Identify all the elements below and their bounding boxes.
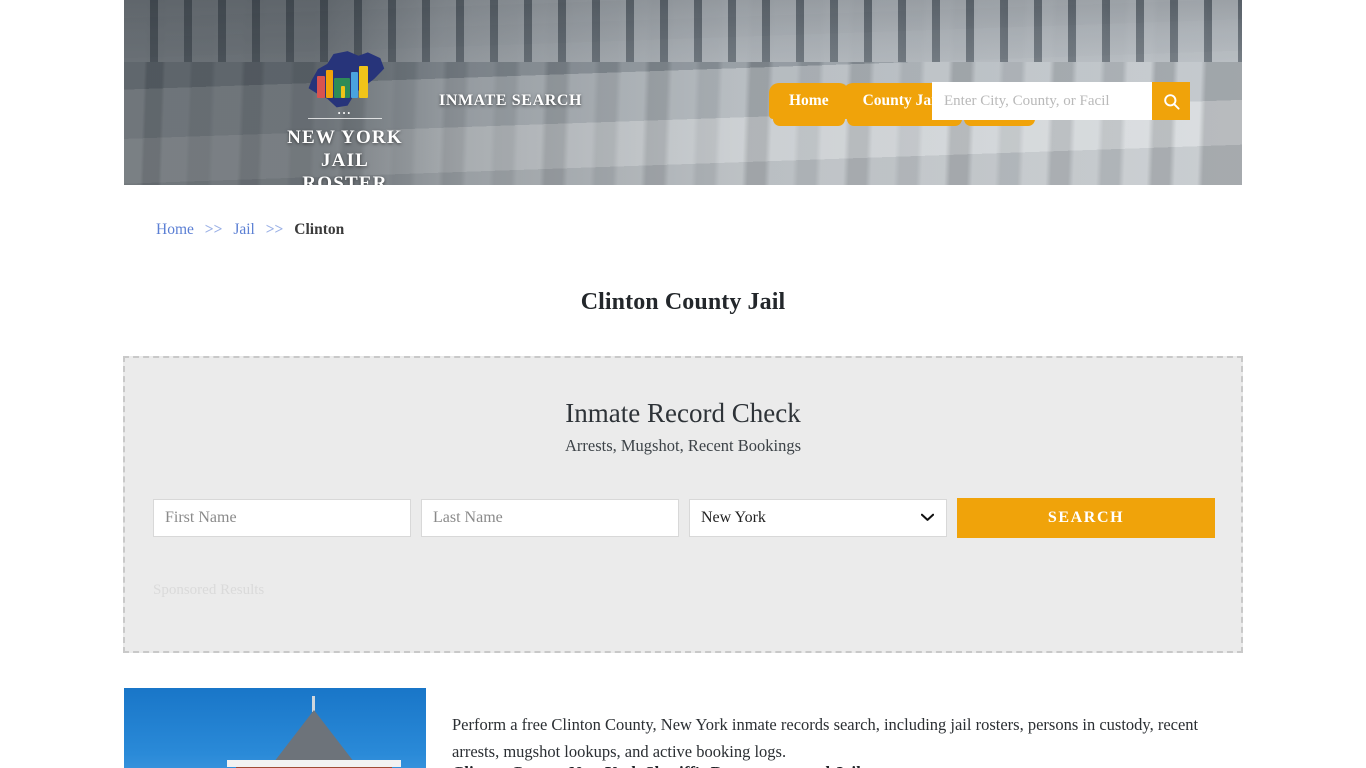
chevron-down-icon: [920, 509, 935, 527]
breadcrumb-separator: >>: [265, 221, 284, 238]
first-name-input[interactable]: [153, 499, 411, 537]
nav-item-home-label: Home: [789, 92, 829, 109]
last-name-input[interactable]: [421, 499, 679, 537]
breadcrumb-item-current: Clinton: [294, 221, 345, 238]
content-sub-heading: Clinton County New York Sheriff's Depart…: [452, 763, 1212, 768]
logo-divider: [308, 118, 382, 119]
page-title: Clinton County Jail: [580, 289, 786, 316]
header-search-button[interactable]: [1152, 82, 1190, 120]
breadcrumb-item-home[interactable]: Home: [156, 221, 194, 238]
new-york-state-logo-icon: [297, 50, 393, 112]
sponsored-results-label: Sponsored Results: [153, 582, 265, 598]
site-header: NEW YORK JAIL ROSTER INMATE SEARCH Home …: [124, 0, 1242, 185]
header-tagline: INMATE SEARCH: [439, 92, 583, 109]
panel-subtitle: Arrests, Mugshot, Recent Bookings: [564, 436, 802, 455]
logo-line-1: NEW YORK: [287, 127, 403, 148]
header-search: [932, 82, 1190, 120]
header-search-input[interactable]: [932, 82, 1152, 120]
inmate-search-form: New York SEARCH: [153, 498, 1215, 538]
breadcrumb: Home >> Jail >> Clinton: [156, 221, 344, 239]
site-logo[interactable]: NEW YORK JAIL ROSTER: [280, 50, 410, 185]
page-root: NEW YORK JAIL ROSTER INMATE SEARCH Home …: [0, 0, 1366, 768]
search-icon: [1163, 93, 1180, 110]
jail-photo: [124, 688, 426, 768]
inmate-record-check-panel: Inmate Record Check Arrests, Mugshot, Re…: [123, 356, 1243, 653]
content-paragraph: Perform a free Clinton County, New York …: [452, 714, 1199, 761]
panel-title: Inmate Record Check: [565, 398, 801, 428]
nav-item-home[interactable]: Home: [769, 83, 849, 126]
breadcrumb-separator: >>: [204, 221, 223, 238]
state-select-value: New York: [701, 509, 766, 526]
breadcrumb-item-jail[interactable]: Jail: [233, 221, 255, 238]
state-select[interactable]: New York: [689, 499, 947, 537]
inmate-search-submit-button[interactable]: SEARCH: [957, 498, 1215, 538]
logo-line-2: JAIL ROSTER: [302, 150, 388, 185]
